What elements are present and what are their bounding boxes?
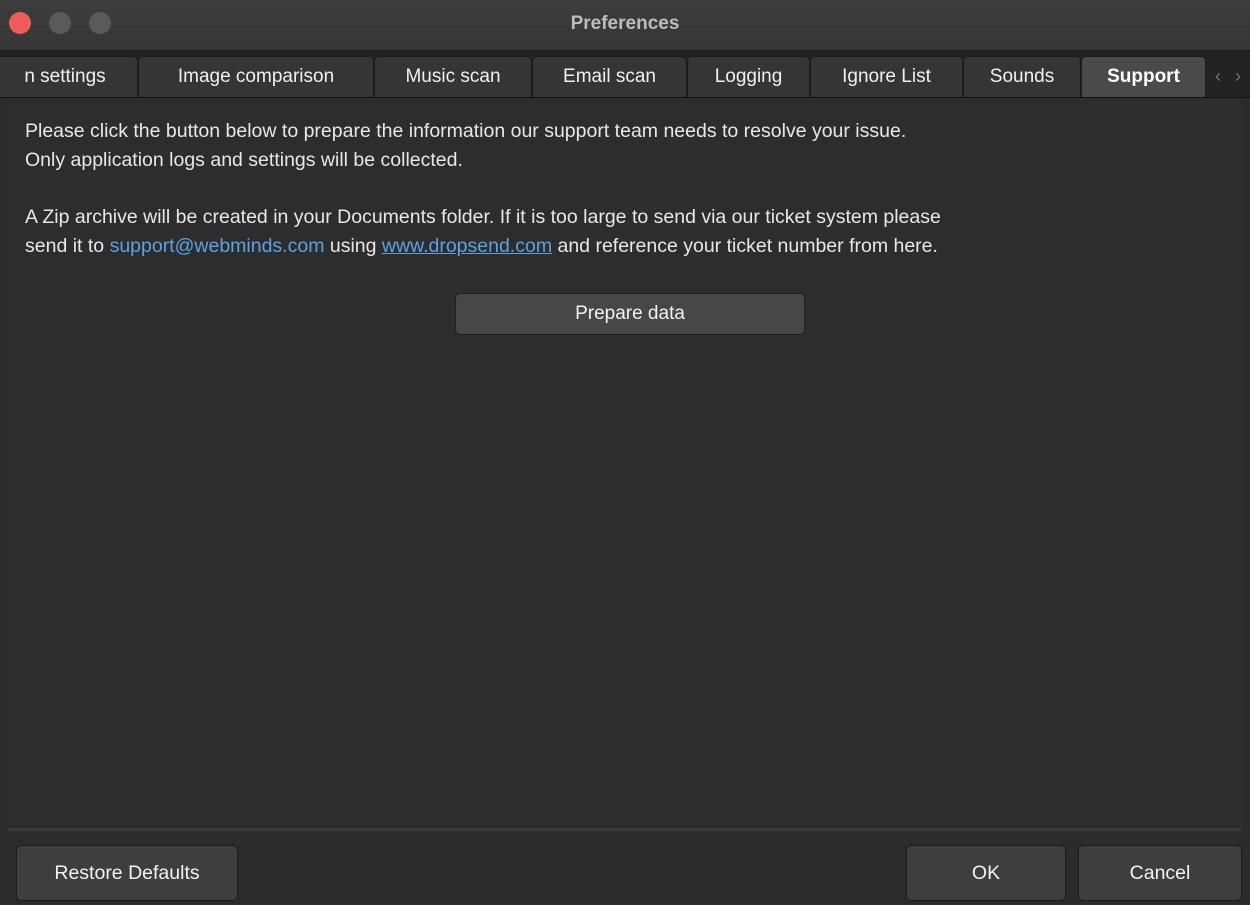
window-title: Preferences — [570, 13, 680, 34]
tab-scroll-right-icon[interactable]: › — [1231, 65, 1245, 87]
intro-line-2: Only application logs and settings will … — [25, 149, 463, 171]
zip-line-2-prefix: send it to — [25, 235, 110, 257]
restore-defaults-button[interactable]: Restore Defaults — [16, 845, 238, 901]
tab-sounds[interactable]: Sounds — [963, 56, 1081, 97]
dialog-footer: Restore Defaults OK Cancel — [0, 831, 1250, 905]
cancel-button[interactable]: Cancel — [1078, 845, 1242, 901]
zip-line-2-middle: using — [324, 235, 382, 257]
ok-button[interactable]: OK — [906, 845, 1066, 901]
tab-logging[interactable]: Logging — [687, 56, 810, 97]
support-intro-text: Please click the button below to prepare… — [25, 117, 1225, 175]
dropsend-link[interactable]: www.dropsend.com — [382, 235, 552, 257]
support-panel: Please click the button below to prepare… — [8, 98, 1242, 828]
tab-image-comparison[interactable]: Image comparison — [138, 56, 374, 97]
zip-line-2-suffix: and reference your ticket number from he… — [552, 235, 938, 257]
tab-scroll-left-icon[interactable]: ‹ — [1211, 65, 1225, 87]
prepare-data-button[interactable]: Prepare data — [455, 293, 805, 335]
support-email-link[interactable]: support@webminds.com — [110, 235, 325, 257]
zip-archive-text: A Zip archive will be created in your Do… — [25, 203, 1225, 261]
tab-ignore-list[interactable]: Ignore List — [810, 56, 963, 97]
tab-bar: n settings Image comparison Music scan E… — [0, 51, 1250, 98]
intro-line-1: Please click the button below to prepare… — [25, 120, 907, 142]
title-bar: Preferences — [0, 0, 1250, 51]
tab-support[interactable]: Support — [1081, 56, 1206, 97]
tab-scan-settings[interactable]: n settings — [0, 56, 138, 97]
zip-line-1: A Zip archive will be created in your Do… — [25, 206, 941, 228]
tab-email-scan[interactable]: Email scan — [532, 56, 687, 97]
preferences-window: Preferences n settings Image comparison … — [0, 0, 1250, 905]
tab-music-scan[interactable]: Music scan — [374, 56, 532, 97]
